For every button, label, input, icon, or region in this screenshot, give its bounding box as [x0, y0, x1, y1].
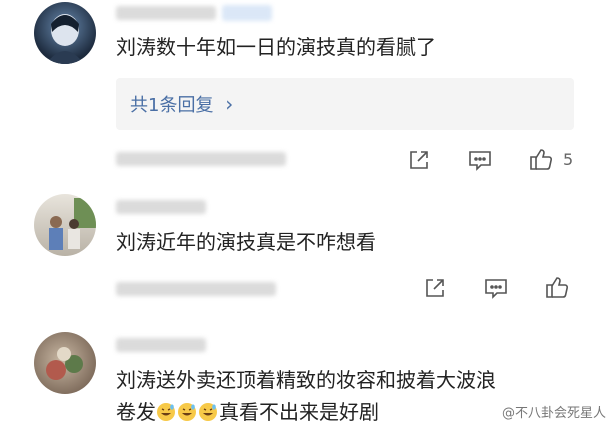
avatar[interactable] — [34, 2, 96, 64]
comment-icon[interactable] — [483, 276, 509, 300]
comment-icon[interactable] — [467, 148, 493, 172]
avatar-figure-icon — [46, 14, 84, 64]
timestamp-redacted — [116, 282, 276, 296]
comment-text-line1: 刘涛送外卖还顶着精致的妆容和披着大波浪 — [116, 368, 496, 392]
like-icon[interactable] — [544, 274, 570, 300]
grinning-sweat-emoji — [198, 400, 218, 421]
like-count: 5 — [563, 150, 574, 169]
chevron-right-icon: › — [225, 92, 234, 116]
share-icon[interactable] — [423, 276, 447, 300]
user-badge-redacted — [222, 5, 272, 21]
grinning-sweat-emoji — [177, 400, 197, 421]
timestamp-redacted — [116, 152, 286, 166]
username-redacted — [116, 6, 216, 20]
avatar[interactable] — [34, 194, 96, 256]
avatar-photo-icon — [46, 347, 83, 380]
like-icon[interactable] — [528, 146, 554, 172]
username-redacted — [116, 200, 206, 214]
reply-count-link[interactable]: 共1条回复 › — [130, 91, 233, 119]
watermark: @不八卦会死星人 — [501, 406, 606, 421]
share-icon[interactable] — [407, 148, 431, 172]
reply-summary[interactable]: 共1条回复 › — [116, 78, 574, 130]
comment-text: 刘涛近年的演技真是不咋想看 — [116, 230, 376, 254]
username-redacted — [116, 338, 206, 352]
comment-text-line2: 卷发 真看不出来是好剧 — [116, 400, 379, 424]
avatar-photo-icon — [49, 198, 96, 250]
comment-text: 刘涛数十年如一日的演技真的看腻了 — [116, 35, 436, 59]
avatar[interactable] — [34, 332, 96, 394]
grinning-sweat-emoji — [156, 400, 176, 421]
